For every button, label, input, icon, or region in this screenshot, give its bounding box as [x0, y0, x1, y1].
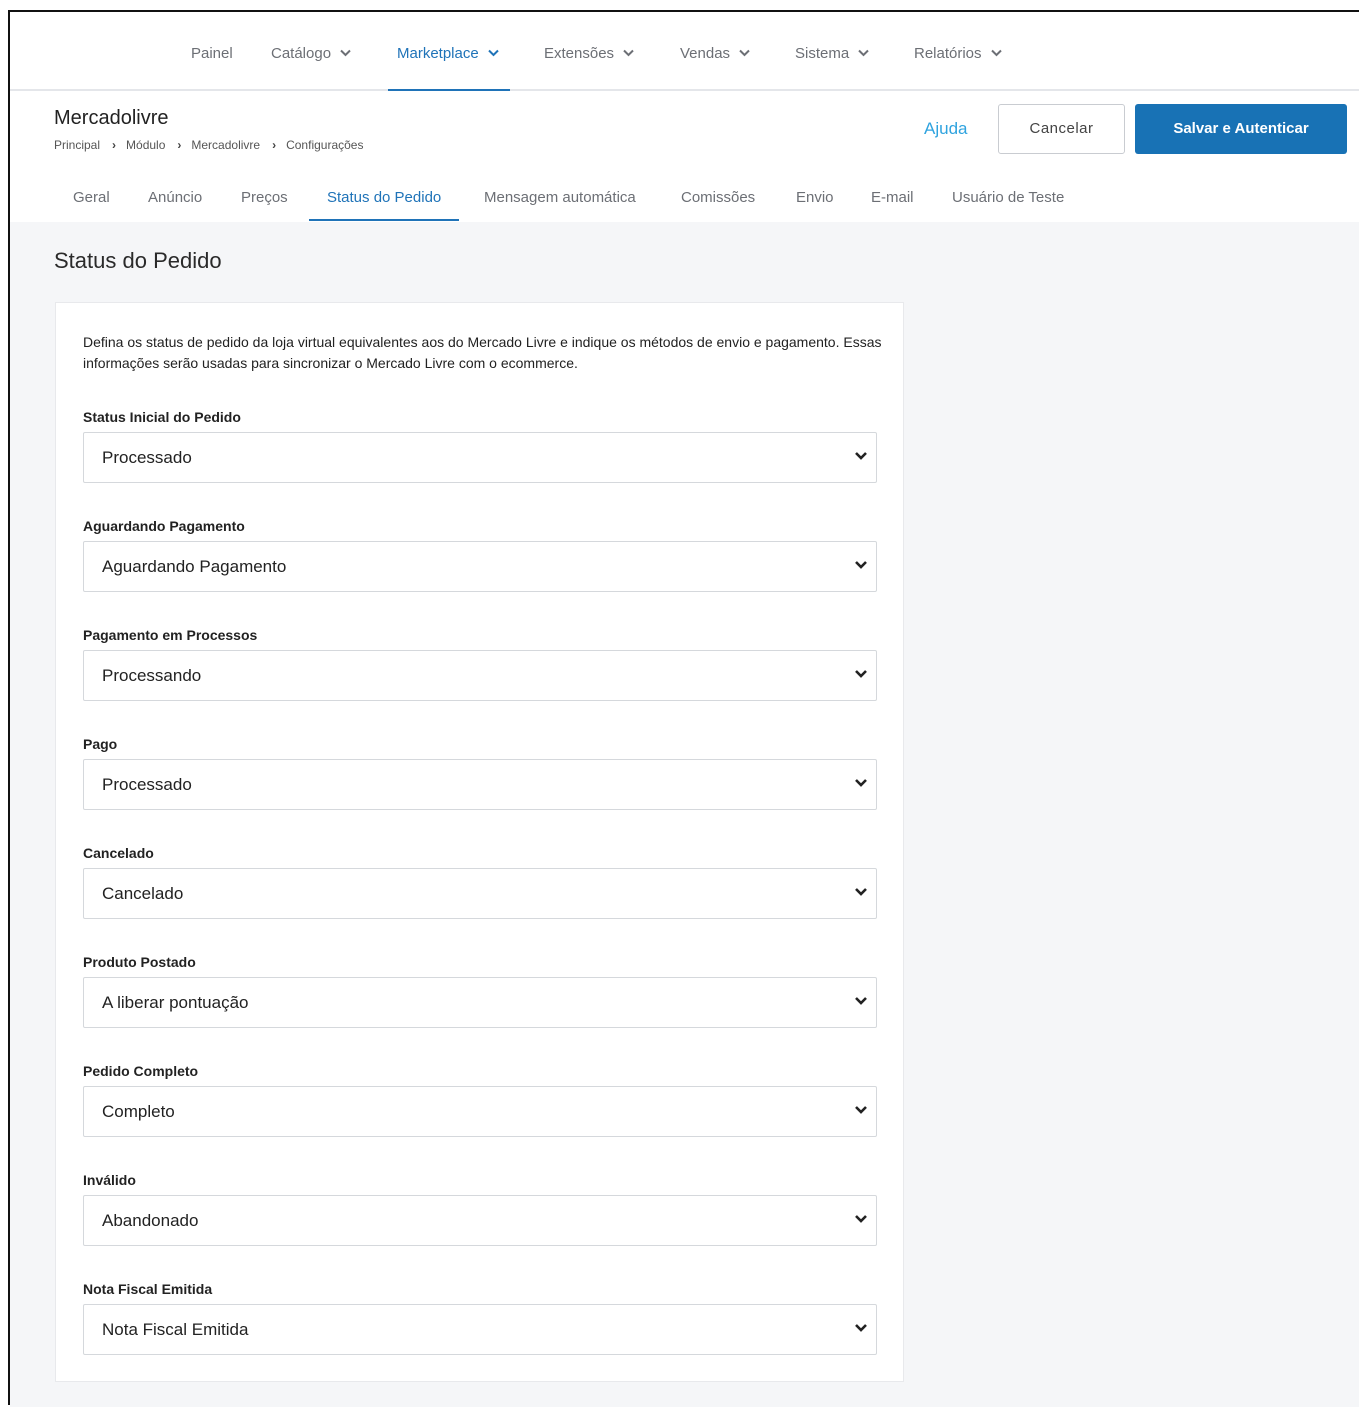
chevron-down-icon [487, 12, 499, 95]
cancelado-select[interactable]: Cancelado [83, 868, 877, 919]
field-label: Pagamento em Processos [83, 627, 258, 643]
chevron-down-icon [854, 1105, 868, 1117]
chevron-right-icon: › [112, 138, 117, 152]
chevron-down-icon [623, 12, 634, 95]
chevron-down-icon [990, 12, 1002, 95]
cancel-button[interactable]: Cancelar [998, 104, 1125, 154]
breadcrumb: Principal › Módulo › Mercadolivre › Configuraç… [54, 138, 363, 152]
chevron-right-icon: › [177, 138, 182, 152]
help-link[interactable]: Ajuda [924, 119, 967, 139]
section-title: Status do Pedido [54, 248, 222, 273]
field-status-inicial: Status Inicial do Pedido Processado [83, 407, 877, 483]
nav-item-relatorios[interactable]: Relatórios [914, 12, 1002, 89]
tab-usuario-de-teste[interactable]: Usuário de Teste [952, 189, 1064, 221]
chevron-down-icon [739, 12, 750, 95]
tab-anuncio[interactable]: Anúncio [148, 189, 202, 221]
field-cancelado: Cancelado Cancelado [83, 843, 877, 919]
nav-item-painel[interactable]: Painel [191, 12, 233, 89]
tab-email[interactable]: E-mail [871, 189, 914, 221]
select-value: Processado [102, 775, 192, 794]
tab-precos[interactable]: Preços [241, 189, 288, 221]
chevron-down-icon [854, 996, 868, 1008]
tab-status-do-pedido[interactable]: Status do Pedido [308, 189, 460, 221]
field-label: Produto Postado [83, 954, 196, 970]
field-invalido: Inválido Abandonado [83, 1170, 877, 1246]
nav-item-vendas[interactable]: Vendas [680, 12, 750, 89]
field-label: Pedido Completo [83, 1063, 199, 1079]
aguardando-pagamento-select[interactable]: Aguardando Pagamento [83, 541, 877, 592]
tab-geral[interactable]: Geral [73, 189, 110, 221]
field-nota-fiscal-emitida: Nota Fiscal Emitida Nota Fiscal Emitida [83, 1279, 877, 1355]
pagamento-em-processos-select[interactable]: Processando [83, 650, 877, 701]
select-value: Abandonado [102, 1211, 199, 1230]
nav-item-label: Vendas [680, 45, 731, 62]
chevron-down-icon [854, 778, 868, 790]
field-pagamento-em-processos: Pagamento em Processos Processando [83, 625, 877, 701]
field-pago: Pago Processado [83, 734, 877, 810]
nav-item-marketplace[interactable]: Marketplace [388, 12, 510, 91]
tab-envio[interactable]: Envio [796, 189, 834, 221]
field-produto-postado: Produto Postado A liberar pontuação [83, 952, 877, 1028]
page-title: Mercadolivre [54, 107, 169, 129]
field-label: Nota Fiscal Emitida [83, 1281, 213, 1297]
select-value: Aguardando Pagamento [102, 557, 287, 576]
nav-item-label: Extensões [544, 45, 615, 62]
nav-item-label: Painel [191, 45, 233, 62]
tab-comissoes[interactable]: Comissões [681, 189, 755, 221]
select-value: Cancelado [102, 884, 184, 903]
invalido-select[interactable]: Abandonado [83, 1195, 877, 1246]
breadcrumb-item[interactable]: Módulo [126, 138, 165, 152]
chevron-down-icon [854, 560, 868, 572]
chevron-down-icon [858, 12, 869, 95]
chevron-down-icon [854, 451, 868, 463]
produto-postado-select[interactable]: A liberar pontuação [83, 977, 877, 1028]
nav-item-label: Catálogo [271, 45, 332, 62]
nav-item-label: Relatórios [914, 45, 982, 62]
status-inicial-select[interactable]: Processado [83, 432, 877, 483]
nav-item-label: Sistema [795, 45, 850, 62]
chevron-down-icon [854, 1214, 868, 1226]
section-description: Defina os status de pedido da loja virtu… [83, 334, 882, 371]
app-window: Painel Catálogo Marketplace Extensões Ve… [8, 10, 1359, 1407]
settings-card: Defina os status de pedido da loja virtu… [55, 302, 904, 1382]
select-value: A liberar pontuação [102, 993, 249, 1012]
field-aguardando-pagamento: Aguardando Pagamento Aguardando Pagament… [83, 516, 877, 592]
field-label: Status Inicial do Pedido [83, 409, 241, 425]
field-label: Cancelado [83, 845, 154, 861]
breadcrumb-item[interactable]: Mercadolivre [191, 138, 260, 152]
chevron-down-icon [340, 12, 351, 95]
nav-item-extensoes[interactable]: Extensões [544, 12, 634, 89]
tab-mensagem-automatica[interactable]: Mensagem automática [484, 189, 636, 221]
nav-item-label: Marketplace [397, 45, 479, 62]
select-value: Completo [102, 1102, 175, 1121]
pedido-completo-select[interactable]: Completo [83, 1086, 877, 1137]
chevron-right-icon: › [272, 138, 277, 152]
field-label: Inválido [83, 1172, 136, 1188]
chevron-down-icon [854, 669, 868, 681]
breadcrumb-item[interactable]: Principal [54, 138, 100, 152]
chevron-down-icon [854, 887, 868, 899]
top-navigation: Painel Catálogo Marketplace Extensões Ve… [10, 12, 1359, 91]
field-pedido-completo: Pedido Completo Completo [83, 1061, 877, 1137]
nav-item-catalogo[interactable]: Catálogo [271, 12, 351, 89]
nav-item-sistema[interactable]: Sistema [795, 12, 869, 89]
field-label: Pago [83, 736, 118, 752]
pago-select[interactable]: Processado [83, 759, 877, 810]
chevron-down-icon [854, 1323, 868, 1335]
select-value: Nota Fiscal Emitida [102, 1320, 249, 1339]
field-label: Aguardando Pagamento [83, 518, 245, 534]
select-value: Processado [102, 448, 192, 467]
nota-fiscal-emitida-select[interactable]: Nota Fiscal Emitida [83, 1304, 877, 1355]
save-authenticate-button[interactable]: Salvar e Autenticar [1135, 104, 1347, 154]
breadcrumb-item: Configurações [286, 138, 364, 152]
select-value: Processando [102, 666, 202, 685]
